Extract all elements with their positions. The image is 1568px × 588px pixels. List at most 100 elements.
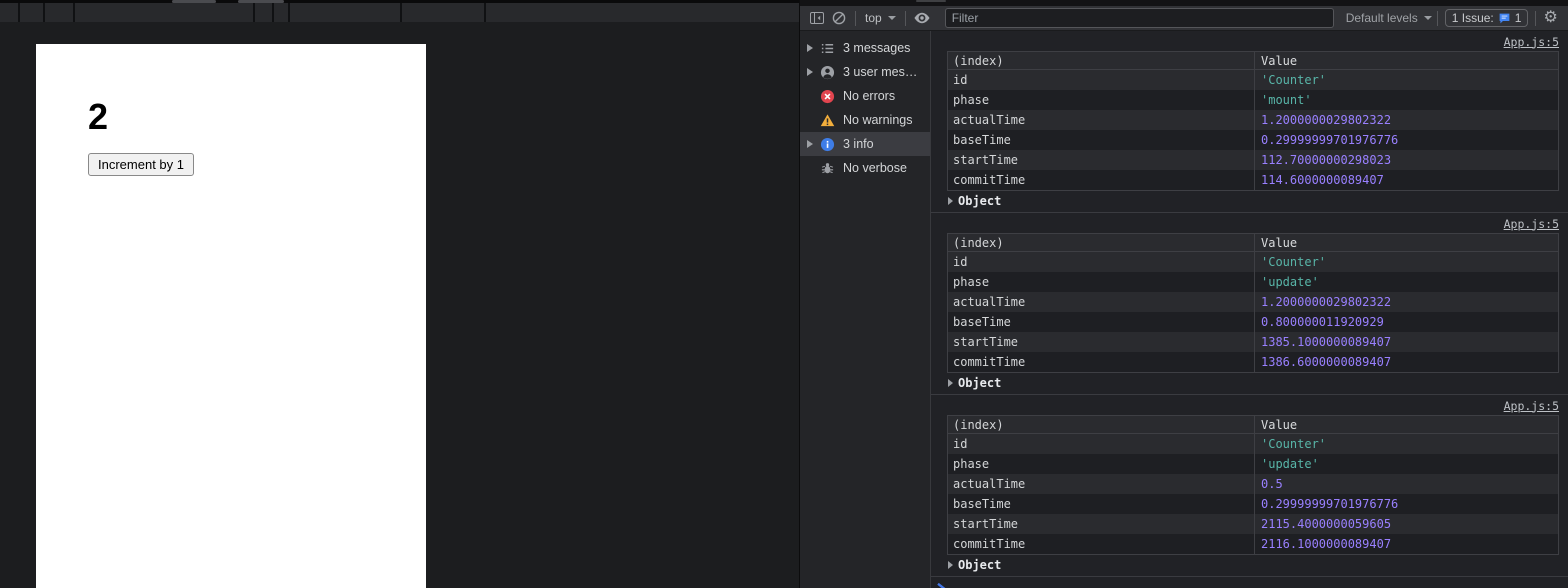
source-line: App.js:5	[947, 398, 1559, 413]
issues-badge[interactable]: 1 Issue: 1	[1444, 9, 1529, 27]
row-value: 2116.1000000089407	[1261, 537, 1392, 551]
prompt-chevron-icon	[937, 582, 946, 588]
tab-separator	[288, 3, 290, 22]
table-row: startTime 1385.1000000089407	[948, 332, 1558, 352]
clear-console-button[interactable]	[828, 8, 850, 28]
row-value: 'Counter'	[1261, 255, 1327, 269]
row-key: phase	[948, 272, 1255, 292]
row-key: baseTime	[948, 130, 1255, 150]
screen: 2 Increment by 1 top Filter Default leve…	[0, 0, 1568, 588]
toolbar-divider	[904, 10, 906, 26]
row-key: commitTime	[948, 534, 1255, 554]
settings-button[interactable]: ⚙	[1543, 10, 1563, 26]
sidebar-item-messages[interactable]: 3 messages	[800, 36, 930, 60]
table-row: commitTime 1386.6000000089407	[948, 352, 1558, 372]
source-link[interactable]: App.js:5	[1504, 35, 1559, 49]
panel-left-icon	[810, 12, 824, 24]
column-header[interactable]: Value	[1255, 52, 1558, 69]
object-label: Object	[958, 193, 1002, 208]
devtools-panel: top Default levels 1 Issue:	[799, 0, 1568, 588]
source-line: App.js:5	[947, 216, 1559, 231]
source-link[interactable]: App.js:5	[1504, 217, 1559, 231]
row-key: commitTime	[948, 352, 1255, 372]
row-value: 'update'	[1261, 275, 1319, 289]
tab-separator	[400, 3, 402, 22]
table-row: baseTime 0.29999999701976776	[948, 130, 1558, 150]
column-header[interactable]: Value	[1255, 234, 1558, 251]
table-row: baseTime 0.800000011920929	[948, 312, 1558, 332]
row-key: phase	[948, 90, 1255, 110]
row-value: 1385.1000000089407	[1261, 335, 1392, 349]
row-key: commitTime	[948, 170, 1255, 190]
verbose-icon	[819, 160, 835, 176]
sidebar-item-user-messages[interactable]: 3 user mes…	[800, 60, 930, 84]
counter-value: 2	[88, 96, 109, 137]
toolbar-divider	[1436, 10, 1438, 26]
object-expander[interactable]: Object	[947, 191, 1559, 210]
column-header[interactable]: (index)	[948, 234, 1255, 251]
object-expander[interactable]: Object	[947, 373, 1559, 392]
sidebar-item-warnings[interactable]: No warnings	[800, 108, 930, 132]
filter-input[interactable]	[944, 8, 1334, 28]
chevron-down-icon	[1423, 16, 1432, 20]
increment-button[interactable]: Increment by 1	[88, 153, 194, 176]
expand-arrow-icon	[807, 44, 813, 52]
table-row: commitTime 114.6000000089407	[948, 170, 1558, 190]
toggle-sidebar-button[interactable]	[806, 8, 828, 28]
expand-arrow-icon	[948, 196, 953, 205]
table-row: id 'Counter'	[948, 252, 1558, 272]
console-body: 3 messages 3 user mes… No errors No warning…	[800, 31, 1568, 588]
app-viewport: 2 Increment by 1	[36, 44, 426, 588]
column-header[interactable]: Value	[1255, 416, 1558, 433]
log-levels-label: Default levels	[1345, 11, 1418, 25]
sidebar-item-verbose[interactable]: No verbose	[800, 156, 930, 180]
console-table: (index) Value id 'Counter' phase 'update' actu…	[947, 233, 1559, 373]
row-value: 2115.4000000059605	[1261, 517, 1392, 531]
live-expression-button[interactable]	[911, 8, 933, 28]
sidebar-item-info[interactable]: 3 info	[800, 132, 930, 156]
sidebar-item-errors[interactable]: No errors	[800, 84, 930, 108]
console-input[interactable]	[931, 577, 1568, 588]
object-label: Object	[958, 375, 1002, 390]
row-value: 1386.6000000089407	[1261, 355, 1392, 369]
expand-arrow-icon	[807, 140, 813, 148]
eye-icon	[914, 12, 930, 24]
column-header[interactable]: (index)	[948, 52, 1255, 69]
table-row: id 'Counter'	[948, 434, 1558, 454]
row-key: id	[948, 70, 1255, 90]
expand-arrow-icon	[948, 560, 953, 569]
column-header[interactable]: (index)	[948, 416, 1255, 433]
row-value: 0.800000011920929	[1261, 315, 1384, 329]
row-value: 1.2000000029802322	[1261, 295, 1392, 309]
warning-icon	[819, 112, 835, 128]
row-value: 1.2000000029802322	[1261, 113, 1392, 127]
table-row: phase 'update'	[948, 454, 1558, 474]
table-row: baseTime 0.29999999701976776	[948, 494, 1558, 514]
issues-label: 1 Issue:	[1451, 11, 1494, 25]
console-messages: App.js:5 (index) Value id 'Counter' phase'mou…	[931, 31, 1568, 588]
expand-arrow-icon	[807, 68, 813, 76]
row-value: 0.29999999701976776	[1261, 497, 1399, 511]
row-value: 0.5	[1261, 477, 1283, 491]
browser-page-region: 2 Increment by 1	[0, 0, 799, 588]
row-key: startTime	[948, 514, 1255, 534]
chevron-down-icon	[887, 16, 896, 20]
sidebar-item-label: 3 user mes…	[843, 65, 918, 79]
row-value: 'Counter'	[1261, 73, 1327, 87]
row-key: startTime	[948, 150, 1255, 170]
issue-bubble-icon	[1499, 13, 1510, 23]
table-row: startTime 2115.4000000059605	[948, 514, 1558, 534]
sidebar-item-label: 3 messages	[843, 41, 911, 55]
log-levels-dropdown[interactable]: Default levels	[1346, 11, 1432, 25]
sidebar-item-label: No verbose	[843, 161, 907, 175]
console-table: (index) Value id 'Counter' phase 'mount' actua…	[947, 51, 1559, 191]
table-header-row: (index) Value	[948, 234, 1558, 252]
table-row: commitTime 2116.1000000089407	[948, 534, 1558, 554]
source-link[interactable]: App.js:5	[1504, 399, 1559, 413]
user-icon	[819, 64, 835, 80]
object-expander[interactable]: Object	[947, 555, 1559, 574]
context-selector[interactable]: top	[861, 11, 900, 25]
row-key: baseTime	[948, 494, 1255, 514]
table-row: actualTime 1.2000000029802322	[948, 110, 1558, 130]
error-icon	[819, 88, 835, 104]
